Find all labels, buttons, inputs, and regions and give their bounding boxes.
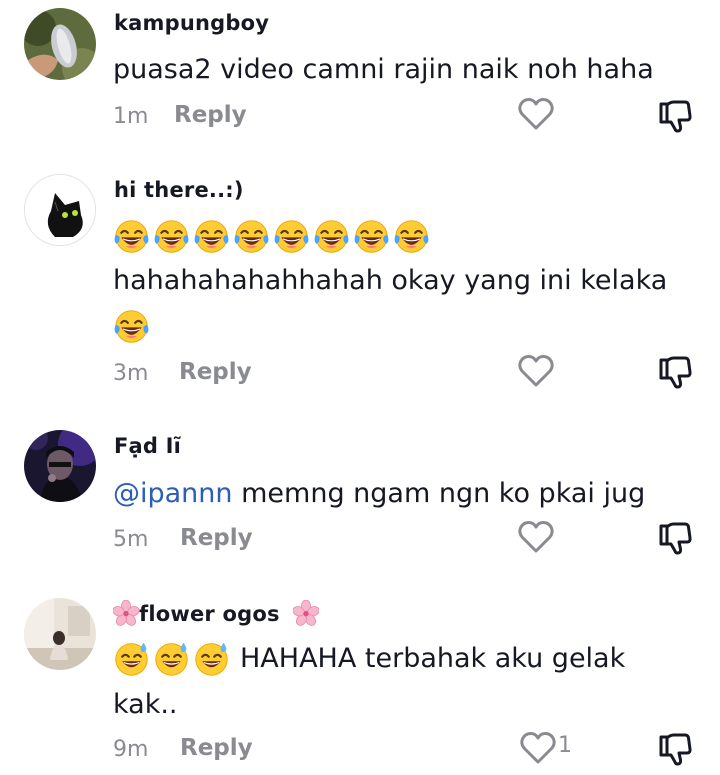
comment-username[interactable]: kampungboy (114, 11, 269, 35)
dislike-icon[interactable] (655, 96, 695, 136)
comment-text: @ipannn memng ngam ngn ko pkai jug (113, 472, 645, 516)
comment-username[interactable]: Fạd Iĩ (114, 434, 181, 458)
room-photo-avatar[interactable] (24, 598, 96, 670)
like-count: 1 (558, 733, 572, 758)
reply-button[interactable]: Reply (174, 102, 247, 128)
cherry-blossom-icon (293, 600, 319, 626)
comment-time: 1m (113, 104, 149, 129)
comment-text: puasa2 video camni rajin naik noh haha (113, 54, 654, 85)
comment-username[interactable]: hi there..:) (114, 178, 244, 202)
heart-icon[interactable] (518, 728, 558, 768)
heart-icon[interactable] (516, 351, 556, 391)
laughing-tears-emoji (313, 218, 350, 255)
sweat-smile-emoji (113, 640, 150, 677)
comment-time: 3m (113, 361, 149, 386)
comment-text: hahahahahahhahah okay yang ini kelaka (113, 265, 668, 296)
reply-button[interactable]: Reply (180, 525, 253, 551)
username-label: flower ogos (139, 602, 280, 626)
black-cat-avatar[interactable] (24, 174, 96, 246)
comment-text-body: memng ngam ngn ko pkai jug (232, 478, 646, 509)
laughing-tears-emoji (153, 218, 190, 255)
comment-username[interactable]: flower ogos (113, 600, 319, 626)
laughing-tears-emoji (393, 218, 430, 255)
sweat-smile-emoji (193, 640, 230, 677)
emoji-line (113, 218, 430, 255)
dislike-icon[interactable] (655, 518, 695, 558)
mention-link[interactable]: @ipannn (113, 478, 233, 509)
sweat-smile-emoji (153, 640, 190, 677)
dislike-icon[interactable] (655, 729, 695, 769)
comment-text: HAHAHA terbahak aku gelak (240, 643, 626, 674)
heart-icon[interactable] (516, 94, 556, 134)
fish-photo-avatar[interactable] (24, 8, 96, 80)
dislike-icon[interactable] (655, 352, 695, 392)
person-photo-avatar[interactable] (24, 430, 96, 502)
emoji-line (113, 640, 230, 677)
cherry-blossom-icon (113, 600, 139, 626)
laughing-tears-emoji (193, 218, 230, 255)
comment-time: 5m (113, 527, 149, 552)
laughing-tears-emoji (273, 218, 310, 255)
comment-time: 9m (113, 737, 149, 762)
laughing-tears-emoji (113, 218, 150, 255)
laughing-tears-emoji (113, 308, 150, 345)
reply-button[interactable]: Reply (180, 735, 253, 761)
comment-text-continued: kak.. (113, 689, 178, 720)
heart-icon[interactable] (516, 517, 556, 557)
laughing-tears-emoji (353, 218, 390, 255)
laughing-tears-emoji (233, 218, 270, 255)
reply-button[interactable]: Reply (179, 359, 252, 385)
